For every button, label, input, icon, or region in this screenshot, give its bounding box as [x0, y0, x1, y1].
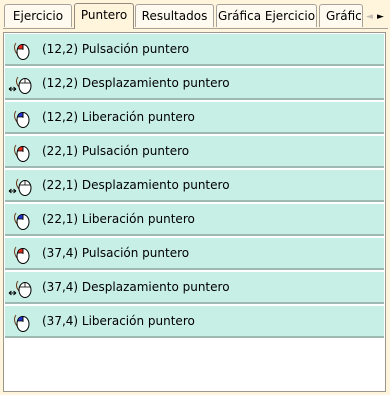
mouse-press-red-icon: [14, 246, 30, 264]
event-label: (12,2) Desplazamiento puntero: [42, 76, 230, 90]
pointer-events-list[interactable]: (12,2) Pulsación puntero (12,2) Desplaza…: [3, 32, 386, 392]
event-label: (12,2) Liberación puntero: [42, 110, 195, 124]
tab-ejercicio[interactable]: Ejercicio: [4, 4, 72, 27]
event-label: (37,4) Pulsación puntero: [42, 246, 190, 260]
list-item[interactable]: (22,1) Liberación puntero: [5, 204, 384, 236]
tab-resultados[interactable]: Resultados: [135, 4, 214, 27]
mouse-move-icon: [8, 76, 32, 94]
event-label: (22,1) Desplazamiento puntero: [42, 178, 230, 192]
tab-scroll-arrows: ◄ ►: [364, 10, 388, 24]
list-item[interactable]: (12,2) Pulsación puntero: [5, 34, 384, 66]
event-label: (12,2) Pulsación puntero: [42, 42, 190, 56]
mouse-press-red-icon: [14, 144, 30, 162]
event-label: (22,1) Liberación puntero: [42, 212, 195, 226]
list-item[interactable]: (37,4) Desplazamiento puntero: [5, 272, 384, 304]
tab-grafica-truncated[interactable]: Gráfic: [319, 4, 363, 27]
mouse-release-blue-icon: [14, 212, 30, 230]
mouse-move-icon: [8, 178, 32, 196]
mouse-move-icon: [8, 280, 32, 298]
tab-puntero[interactable]: Puntero: [74, 3, 134, 29]
tab-scroll-left-icon[interactable]: ◄: [364, 10, 375, 24]
event-label: (22,1) Pulsación puntero: [42, 144, 190, 158]
event-label: (37,4) Desplazamiento puntero: [42, 280, 230, 294]
list-item[interactable]: (22,1) Desplazamiento puntero: [5, 170, 384, 202]
mouse-release-blue-icon: [14, 110, 30, 128]
tab-grafica-ejercicio[interactable]: Gráfica Ejercicio: [216, 4, 317, 27]
list-item[interactable]: (37,4) Liberación puntero: [5, 306, 384, 338]
tab-baseline: [3, 28, 388, 29]
tab-scroll-right-icon[interactable]: ►: [375, 10, 386, 24]
mouse-press-red-icon: [14, 42, 30, 60]
list-item[interactable]: (22,1) Pulsación puntero: [5, 136, 384, 168]
mouse-release-blue-icon: [14, 314, 30, 332]
list-item[interactable]: (12,2) Liberación puntero: [5, 102, 384, 134]
tab-bar: Ejercicio Puntero Resultados Gráfica Eje…: [0, 0, 390, 30]
event-label: (37,4) Liberación puntero: [42, 314, 195, 328]
list-item[interactable]: (37,4) Pulsación puntero: [5, 238, 384, 270]
list-item[interactable]: (12,2) Desplazamiento puntero: [5, 68, 384, 100]
